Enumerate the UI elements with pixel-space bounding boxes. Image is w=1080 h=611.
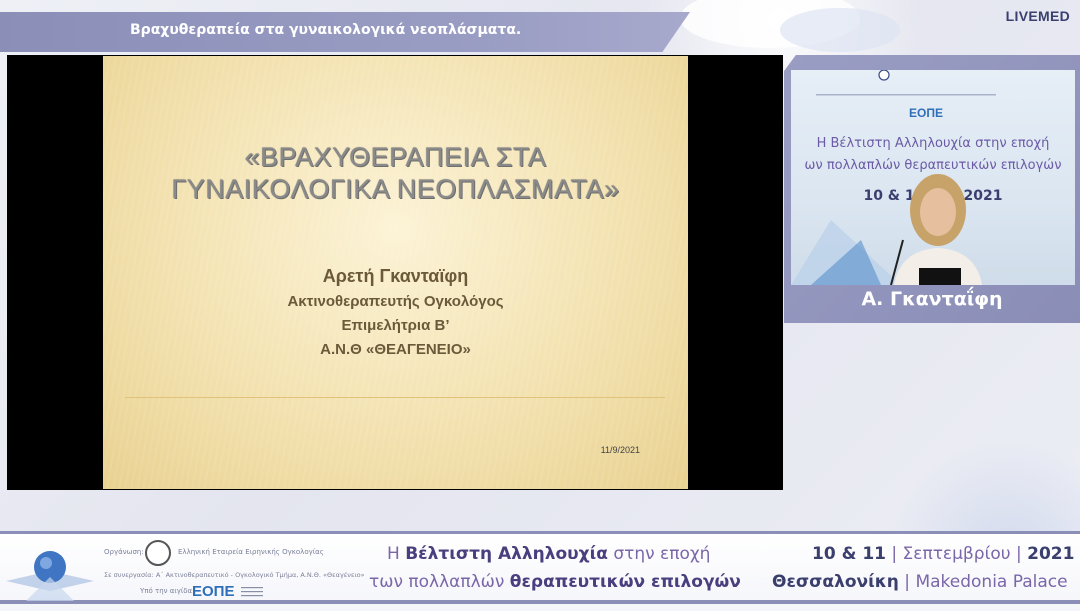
footer-headline-line1-bold: Βέλτιστη Αλληλουχία — [405, 544, 608, 564]
camera-banner-line1: Η Βέλτιστη Αλληλουχία στην εποχή — [816, 136, 1050, 151]
footer-headline-line1-post: στην εποχή — [613, 544, 711, 564]
speaker-video: ΕΟΠΕ Η Βέλτιστη Αλληλουχία στην εποχή ων… — [791, 70, 1075, 285]
footer-dates: 10 & 11 | Σεπτεμβρίου | 2021 — [812, 544, 1074, 564]
footer-auspices: Υπό την αιγίδα: — [140, 587, 195, 595]
footer-days: 10 & 11 — [812, 544, 886, 564]
footer-eope-subtext-icon — [241, 587, 263, 597]
footer-dates-sep2: | — [1010, 544, 1028, 564]
camera-small-text — [816, 92, 996, 100]
slide-position: Επιμελήτρια Β’ — [341, 317, 450, 334]
footer-location: Θεσσαλονίκη | Makedonia Palace — [772, 572, 1068, 592]
footer-headline-line1: Η Βέλτιστη Αλληλουχία στην εποχή — [387, 544, 710, 564]
footer-cooperation: Σε συνεργασία: Α΄ Ακτινοθεραπευτικό - Ογ… — [104, 571, 365, 579]
society-seal-icon — [145, 540, 171, 566]
slide-heading-line1: «ΒΡΑΧΥΘΕΡΑΠΕΙΑ ΣΤΑ — [244, 142, 547, 172]
footer-dates-sep1: | — [885, 544, 903, 564]
footer-city-sep: | — [898, 572, 916, 592]
decorative-flower — [680, 0, 900, 52]
footer-org-label: Οργάνωση: — [104, 548, 144, 556]
camera-eope-logo: ΕΟΠΕ — [909, 106, 944, 120]
slide-heading-line2: ΓΥΝΑΙΚΟΛΟΓΙΚΑ ΝΕΟΠΛΑΣΜΑΤΑ» — [171, 174, 620, 204]
footer-headline-line2: των πολλαπλών θεραπευτικών επιλογών — [369, 572, 741, 592]
slide-role: Ακτινοθεραπευτής Ογκολόγος — [287, 293, 504, 310]
footer-rule — [0, 600, 1080, 604]
slide-date: 11/9/2021 — [600, 445, 640, 455]
slide-divider — [125, 397, 665, 398]
globe-logo-icon — [6, 551, 94, 601]
seal-icon — [878, 70, 890, 81]
footer-headline-line2-bold: θεραπευτικών επιλογών — [509, 572, 741, 592]
slide-author: Αρετή Γκανταϊφη — [322, 266, 469, 286]
footer-headline-line1-pre: Η — [387, 544, 400, 564]
presentation-slide: «ΒΡΑΧΥΘΕΡΑΠΕΙΑ ΣΤΑ ΓΥΝΑΙΚΟΛΟΓΙΚΑ ΝΕΟΠΛΑΣ… — [103, 56, 688, 489]
footer-headline-line2-pre: των πολλαπλών — [369, 572, 505, 592]
presentation-title: Βραχυθεραπεία στα γυναικολογικά νεοπλάσμ… — [130, 22, 522, 38]
footer-venue: Makedonia Palace — [915, 572, 1068, 592]
footer-org-name: Ελληνική Εταιρεία Ειρηνικής Ογκολογίας — [178, 548, 324, 556]
footer-month: Σεπτεμβρίου — [902, 544, 1011, 564]
speaker-person — [890, 174, 983, 285]
slide-hospital: Α.Ν.Θ «ΘΕΑΓΕΝΕΙΟ» — [320, 341, 471, 358]
footer-year: 2021 — [1027, 544, 1075, 564]
brand-logo: LIVEMED — [1005, 8, 1070, 24]
footer-city: Θεσσαλονίκη — [772, 572, 899, 592]
speaker-name: Α. Γκανταΐφη — [861, 288, 1003, 310]
footer-eope-logo: ΕΟΠΕ — [192, 583, 235, 600]
